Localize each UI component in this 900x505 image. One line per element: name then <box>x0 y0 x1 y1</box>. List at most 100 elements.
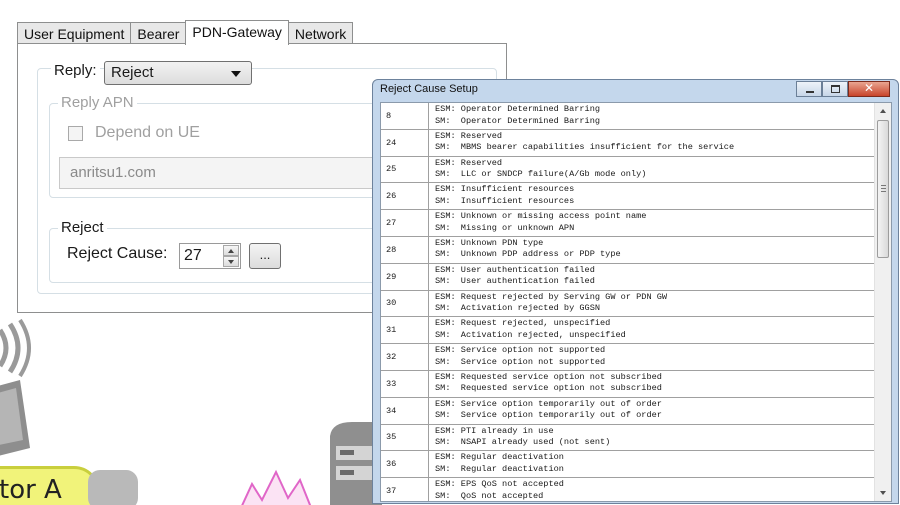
cause-code: 26 <box>381 183 429 210</box>
cause-sm-text: SM: NSAPI already used (not sent) <box>435 437 611 448</box>
reject-legend: Reject <box>58 219 107 236</box>
cause-esm-text: ESM: Reserved <box>435 157 503 168</box>
cause-row[interactable]: 34 ESM: Service option temporarily out of… <box>381 397 875 425</box>
cause-sm-text: SM: Requested service option not subscri… <box>435 383 662 394</box>
reply-selected-value: Reject <box>111 64 154 81</box>
cause-description: ESM: PTI already in use SM: NSAPI already… <box>429 425 875 451</box>
cause-code: 34 <box>381 397 429 424</box>
cause-esm-text: ESM: Unknown PDN type <box>435 237 544 248</box>
cause-description: ESM: EPS QoS not accepted SM: QoS not acc… <box>429 478 875 501</box>
cause-esm-text: ESM: Unknown or missing access point nam… <box>435 211 647 222</box>
signal-waves-icon <box>0 318 31 378</box>
vertical-scrollbar[interactable] <box>874 103 891 501</box>
operator-badge: tor A <box>0 466 100 505</box>
cause-row[interactable]: 37 ESM: EPS QoS not accepted SM: QoS not a… <box>381 478 875 501</box>
cause-esm-text: ESM: Request rejected, unspecified <box>435 318 611 329</box>
cause-row[interactable]: 27 ESM: Unknown or missing access point n… <box>381 210 875 237</box>
spin-buttons <box>223 245 239 267</box>
cause-description: ESM: Request rejected by Serving GW or P… <box>429 291 875 317</box>
cause-row[interactable]: 28 ESM: Unknown PDN type SM: Unknown PDP a… <box>381 236 875 264</box>
cause-code: 24 <box>381 129 429 156</box>
cause-esm-text: ESM: Request rejected by Serving GW or P… <box>435 291 668 302</box>
cause-description: ESM: Operator Determined Barring SM: Oper… <box>429 103 875 129</box>
depend-on-ue-checkbox[interactable] <box>68 126 83 141</box>
cause-code: 30 <box>381 290 429 317</box>
close-button[interactable]: ✕ <box>848 81 890 97</box>
cause-code: 36 <box>381 451 429 478</box>
tab-network[interactable]: Network <box>287 22 354 44</box>
cause-sm-text: SM: User authentication failed <box>435 276 595 287</box>
cause-sm-text: SM: Activation rejected by GGSN <box>435 303 601 314</box>
window-controls: ✕ <box>796 81 890 97</box>
arrow-down-icon <box>228 260 234 264</box>
cause-row[interactable]: 33 ESM: Requested service option not subs… <box>381 370 875 398</box>
reply-dropdown[interactable]: Reject <box>104 61 252 85</box>
cause-code: 29 <box>381 263 429 290</box>
cause-row[interactable]: 32 ESM: Service option not supported SM: S… <box>381 344 875 371</box>
cause-esm-text: ESM: Requested service option not subscr… <box>435 371 662 382</box>
chevron-down-icon <box>231 71 241 77</box>
close-icon: ✕ <box>863 81 875 95</box>
dialog-title: Reject Cause Setup <box>380 83 478 95</box>
minimize-icon <box>806 91 814 93</box>
cause-row[interactable]: 8 ESM: Operator Determined Barring SM: Ope… <box>381 103 875 130</box>
cause-sm-text: SM: LLC or SNDCP failure(A/Gb mode only) <box>435 169 647 180</box>
cause-code: 8 <box>381 103 429 129</box>
reject-cause-label: Reject Cause: <box>67 245 168 262</box>
minimize-button[interactable] <box>796 81 822 97</box>
cause-code: 28 <box>381 236 429 263</box>
cause-row[interactable]: 36 ESM: Regular deactivation SM: Regular d… <box>381 451 875 479</box>
scroll-down-icon[interactable] <box>880 491 886 495</box>
cause-esm-text: ESM: Regular deactivation <box>435 452 564 463</box>
spin-up-button[interactable] <box>223 245 239 256</box>
cause-esm-text: ESM: User authentication failed <box>435 264 595 275</box>
background-shape <box>88 470 138 505</box>
browse-cause-button[interactable]: ... <box>249 243 281 269</box>
cause-code: 27 <box>381 210 429 236</box>
cause-row[interactable]: 26 ESM: Insufficient resources SM: Insuffi… <box>381 183 875 211</box>
cause-description: ESM: Reserved SM: MBMS bearer capabilitie… <box>429 130 875 156</box>
cause-esm-text: ESM: Service option not supported <box>435 345 606 356</box>
cause-description: ESM: Unknown or missing access point nam… <box>429 210 875 236</box>
reject-cause-stepper[interactable]: 27 <box>179 243 241 269</box>
cause-esm-text: ESM: Operator Determined Barring <box>435 104 601 114</box>
cause-row[interactable]: 29 ESM: User authentication failed SM: Use… <box>381 263 875 291</box>
cause-description: ESM: Unknown PDN type SM: Unknown PDP add… <box>429 237 875 263</box>
cause-code: 31 <box>381 317 429 344</box>
cause-list-view: 8 ESM: Operator Determined Barring SM: Ope… <box>380 102 892 502</box>
cause-row[interactable]: 31 ESM: Request rejected, unspecified SM: … <box>381 317 875 345</box>
cause-code: 37 <box>381 478 429 501</box>
spin-down-button[interactable] <box>223 256 239 267</box>
cause-code: 35 <box>381 424 429 451</box>
device-illustration <box>0 380 30 456</box>
tab-pdn-gateway[interactable]: PDN-Gateway <box>185 20 289 45</box>
cause-description: ESM: Requested service option not subscr… <box>429 371 875 397</box>
cause-sm-text: SM: Regular deactivation <box>435 463 564 474</box>
cause-row[interactable]: 25 ESM: Reserved SM: LLC or SNDCP failure(… <box>381 156 875 184</box>
cause-sm-text: SM: Activation rejected, unspecified <box>435 329 626 340</box>
reject-cause-setup-dialog: Reject Cause Setup ✕ 8 ESM: Operator Dete… <box>372 79 899 504</box>
cause-description: ESM: Reserved SM: LLC or SNDCP failure(A/… <box>429 157 875 183</box>
reject-cause-value: 27 <box>184 247 202 264</box>
cause-description: ESM: Request rejected, unspecified SM: Ac… <box>429 317 875 343</box>
scrollbar-thumb[interactable] <box>877 120 889 258</box>
cause-esm-text: ESM: Service option temporarily out of o… <box>435 398 662 409</box>
operator-label: tor A <box>0 475 62 505</box>
cause-row[interactable]: 35 ESM: PTI already in use SM: NSAPI alrea… <box>381 424 875 452</box>
scroll-up-icon[interactable] <box>880 109 886 113</box>
grip-icon <box>881 185 886 186</box>
cause-esm-text: ESM: PTI already in use <box>435 425 554 436</box>
cause-sm-text: SM: Unknown PDP address or PDP type <box>435 249 621 260</box>
cause-sm-text: SM: QoS not accepted <box>435 490 544 501</box>
maximize-icon <box>831 85 840 93</box>
cause-description: ESM: Service option not supported SM: Ser… <box>429 344 875 370</box>
cause-description: ESM: Regular deactivation SM: Regular dea… <box>429 451 875 477</box>
cause-row[interactable]: 24 ESM: Reserved SM: MBMS bearer capabilit… <box>381 129 875 157</box>
reply-apn-legend: Reply APN <box>58 94 137 111</box>
cause-row[interactable]: 30 ESM: Request rejected by Serving GW or… <box>381 290 875 318</box>
tab-bearer[interactable]: Bearer <box>130 22 187 44</box>
cause-sm-text: SM: Service option temporarily out of or… <box>435 410 662 421</box>
maximize-button[interactable] <box>822 81 848 97</box>
tab-user-equipment[interactable]: User Equipment <box>17 22 132 44</box>
cause-description: ESM: Insufficient resources SM: Insuffici… <box>429 183 875 209</box>
